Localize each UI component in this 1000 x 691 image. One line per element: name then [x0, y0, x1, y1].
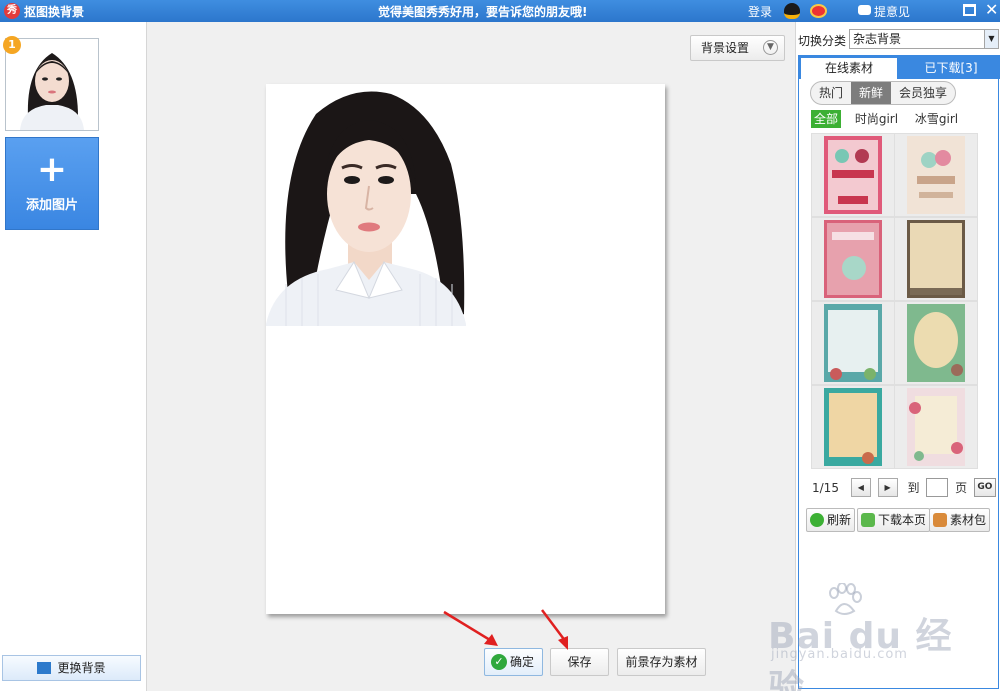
baidu-watermark: Bai du 经验 jingyan.baidu.com	[768, 583, 958, 691]
tab-downloaded[interactable]: 已下载[3]	[903, 58, 999, 79]
qq-icon[interactable]	[784, 3, 800, 19]
refresh-icon	[810, 513, 824, 527]
chevron-down-icon: ▼	[763, 40, 778, 55]
maximize-button[interactable]	[963, 4, 976, 16]
save-foreground-as-material-button[interactable]: 前景存为素材	[617, 648, 706, 676]
material-thumbnail	[907, 220, 965, 298]
feedback-icon[interactable]	[858, 5, 871, 15]
material-thumbnail	[824, 220, 882, 298]
filter-fashion-girl[interactable]: 时尚girl	[852, 110, 901, 128]
app-logo-icon: 秀	[4, 3, 20, 19]
category-select[interactable]: 杂志背景 ▼	[849, 29, 999, 49]
thumbnail-index-badge: 1	[3, 36, 21, 54]
add-image-label: 添加图片	[25, 198, 78, 213]
material-tile[interactable]	[812, 302, 894, 384]
material-tile[interactable]	[812, 386, 894, 468]
editor-area: 背景设置 ▼ ✓ 确定 保存 前景存为素材	[148, 22, 795, 691]
cutout-portrait-image	[266, 84, 665, 614]
photo-thumbnail[interactable]	[5, 38, 99, 131]
refresh-button[interactable]: 刷新	[806, 508, 856, 532]
change-background-button[interactable]: 更换背景	[2, 655, 141, 681]
filter-bar: 全部 时尚girl 冰雪girl	[811, 110, 968, 128]
material-thumbnail	[824, 136, 882, 214]
download-icon	[861, 513, 875, 527]
material-grid	[811, 133, 978, 469]
material-tile[interactable]	[895, 386, 977, 468]
material-thumbnail	[907, 136, 965, 214]
red-arrows-annotation	[443, 609, 568, 650]
download-page-button[interactable]: 下载本页	[857, 508, 931, 532]
image-icon	[37, 662, 52, 674]
material-tabs: 在线素材 已下载[3]	[798, 55, 1000, 79]
confirm-label: 确定	[510, 655, 535, 669]
go-button[interactable]: GO	[973, 478, 996, 497]
tab-online-materials[interactable]: 在线素材	[801, 58, 897, 79]
photo-canvas[interactable]	[266, 84, 665, 614]
page-unit-label: 页	[955, 481, 968, 495]
material-tile[interactable]	[895, 218, 977, 300]
prev-page-button[interactable]: ◀	[850, 478, 871, 497]
plus-icon: +	[36, 149, 68, 190]
add-image-button[interactable]: + 添加图片	[5, 137, 99, 230]
package-icon	[933, 513, 947, 527]
subtab-hot[interactable]: 热门	[811, 82, 851, 104]
background-settings-button[interactable]: 背景设置 ▼	[690, 35, 785, 61]
goto-label: 到	[907, 481, 920, 495]
feedback-link[interactable]: 提意见	[874, 3, 910, 20]
filter-ice-girl[interactable]: 冰雪girl	[912, 110, 961, 128]
portrait-thumbnail-image	[6, 39, 98, 130]
material-tile[interactable]	[812, 134, 894, 216]
material-thumbnail	[824, 388, 882, 466]
login-link[interactable]: 登录	[748, 3, 772, 20]
subtab-members[interactable]: 会员独享	[891, 82, 955, 104]
title-bar: 秀 抠图换背景 觉得美图秀秀好用，要告诉您的朋友哦! 登录 提意见 ✕	[0, 0, 1000, 22]
category-value: 杂志背景	[853, 32, 902, 46]
pagination: 1/15 ◀ ▶ 到 页 GO	[812, 478, 996, 497]
material-pack-button[interactable]: 素材包	[929, 508, 991, 532]
material-thumbnail	[824, 304, 882, 382]
watermark-url: jingyan.baidu.com	[771, 647, 908, 662]
material-tile[interactable]	[895, 134, 977, 216]
weibo-icon[interactable]	[810, 4, 827, 18]
background-settings-label: 背景设置	[701, 41, 750, 55]
next-page-button[interactable]: ▶	[877, 478, 898, 497]
filter-all[interactable]: 全部	[811, 110, 842, 128]
subtab-new[interactable]: 新鲜	[851, 82, 892, 104]
slogan-text: 觉得美图秀秀好用，要告诉您的朋友哦!	[378, 5, 588, 19]
close-button[interactable]: ✕	[985, 0, 998, 20]
refresh-label: 刷新	[827, 513, 852, 527]
material-tile[interactable]	[812, 218, 894, 300]
page-indicator: 1/15	[812, 480, 839, 495]
material-pack-label: 素材包	[950, 513, 987, 527]
app-title: 抠图换背景	[24, 5, 85, 19]
chevron-down-icon: ▼	[984, 30, 998, 48]
left-panel: 1 + 添加图片 更换背景	[0, 22, 147, 691]
category-label: 切换分类	[798, 34, 847, 48]
check-icon: ✓	[491, 654, 507, 670]
material-tile[interactable]	[895, 302, 977, 384]
material-thumbnail	[907, 304, 965, 382]
subtab-group: 热门 新鲜 会员独享	[810, 81, 957, 105]
page-number-input[interactable]	[926, 478, 949, 497]
download-page-label: 下载本页	[878, 513, 927, 527]
material-thumbnail	[907, 388, 965, 466]
change-background-label: 更换背景	[57, 661, 106, 675]
